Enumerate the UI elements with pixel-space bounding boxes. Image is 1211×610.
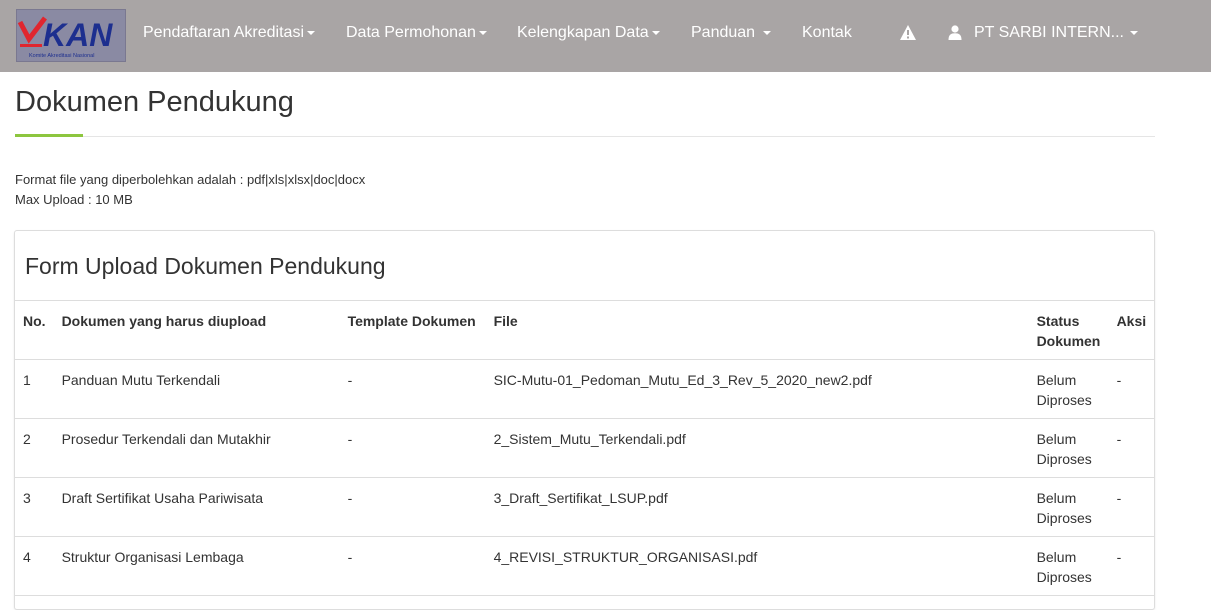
nav-label: Panduan (691, 24, 756, 41)
row-action: - (1108, 477, 1155, 537)
col-header-document: Dokumen yang harus diupload (53, 300, 340, 360)
caret-down-icon (478, 30, 487, 35)
table-row: 2 Prosedur Terkendali dan Mutakhir - 2_S… (15, 418, 1155, 478)
row-no: 2 (15, 418, 54, 478)
row-file[interactable]: 4_REVISI_STRUKTUR_ORGANISASI.pdf (485, 536, 1029, 596)
table-row: 3 Draft Sertifikat Usaha Pariwisata - 3_… (15, 477, 1155, 537)
row-action: - (1108, 359, 1155, 419)
nav-label: Data Permohonan (346, 24, 476, 41)
col-header-template: Template Dokumen (339, 300, 486, 360)
row-template: - (339, 418, 486, 478)
row-document: Prosedur Terkendali dan Mutakhir (53, 418, 340, 478)
row-no: 3 (15, 477, 54, 537)
row-file[interactable]: 3_Draft_Sertifikat_LSUP.pdf (485, 477, 1029, 537)
user-menu[interactable]: PT SARBI INTERN... (974, 0, 1138, 72)
allowed-format-info: Format file yang diperbolehkan adalah : … (15, 172, 366, 187)
row-document: Panduan Mutu Terkendali (53, 359, 340, 419)
title-divider (15, 136, 1155, 137)
nav-panduan[interactable]: Panduan (691, 0, 772, 72)
nav-pendaftaran-akreditasi[interactable]: Pendaftaran Akreditasi (143, 0, 315, 72)
row-no: 1 (15, 359, 54, 419)
panel-title: Form Upload Dokumen Pendukung (25, 253, 386, 279)
page-title: Dokumen Pendukung (15, 86, 294, 118)
row-file[interactable]: 2_Sistem_Mutu_Terkendali.pdf (485, 418, 1029, 478)
row-status: Belum Diproses (1028, 477, 1109, 537)
caret-down-icon (763, 30, 772, 35)
col-header-status: Status Dokumen (1028, 300, 1109, 360)
row-file[interactable]: SIC-Mutu-01_Pedoman_Mutu_Ed_3_Rev_5_2020… (485, 359, 1029, 419)
logo-text: KAN (43, 17, 113, 53)
documents-table: No. Dokumen yang harus diupload Template… (15, 300, 1155, 596)
max-upload-info: Max Upload : 10 MB (15, 192, 133, 207)
row-template: - (339, 359, 486, 419)
kan-logo[interactable]: KAN Komite Akreditasi Nasional (16, 9, 126, 62)
caret-down-icon (1129, 30, 1138, 35)
title-accent-bar (15, 134, 83, 137)
nav-label: Kelengkapan Data (517, 24, 649, 41)
row-action: - (1108, 536, 1155, 596)
col-header-no: No. (15, 300, 54, 360)
col-header-action: Aksi (1108, 300, 1155, 360)
upload-form-panel: Form Upload Dokumen Pendukung No. Dokume… (14, 230, 1155, 610)
row-template: - (339, 477, 486, 537)
top-navbar: KAN Komite Akreditasi Nasional Pendaftar… (0, 0, 1211, 72)
user-icon (948, 25, 962, 40)
table-header-row: No. Dokumen yang harus diupload Template… (15, 300, 1155, 360)
nav-label: Kontak (802, 24, 852, 41)
row-no: 4 (15, 536, 54, 596)
row-template: - (339, 536, 486, 596)
user-name: PT SARBI INTERN... (974, 24, 1124, 41)
row-status: Belum Diproses (1028, 418, 1109, 478)
warning-icon[interactable] (899, 24, 917, 41)
row-action: - (1108, 418, 1155, 478)
table-row: 4 Struktur Organisasi Lembaga - 4_REVISI… (15, 536, 1155, 596)
col-header-file: File (485, 300, 1029, 360)
row-status: Belum Diproses (1028, 536, 1109, 596)
caret-down-icon (307, 30, 315, 35)
nav-label: Pendaftaran Akreditasi (143, 24, 304, 41)
nav-kontak[interactable]: Kontak (802, 0, 852, 72)
nav-kelengkapan-data[interactable]: Kelengkapan Data (517, 0, 660, 72)
kan-logo-graphic: KAN Komite Akreditasi Nasional (17, 16, 113, 59)
caret-down-icon (651, 30, 660, 35)
logo-subtext: Komite Akreditasi Nasional (29, 53, 94, 59)
row-status: Belum Diproses (1028, 359, 1109, 419)
row-document: Draft Sertifikat Usaha Pariwisata (53, 477, 340, 537)
nav-data-permohonan[interactable]: Data Permohonan (346, 0, 487, 72)
row-document: Struktur Organisasi Lembaga (53, 536, 340, 596)
table-row: 1 Panduan Mutu Terkendali - SIC-Mutu-01_… (15, 359, 1155, 419)
